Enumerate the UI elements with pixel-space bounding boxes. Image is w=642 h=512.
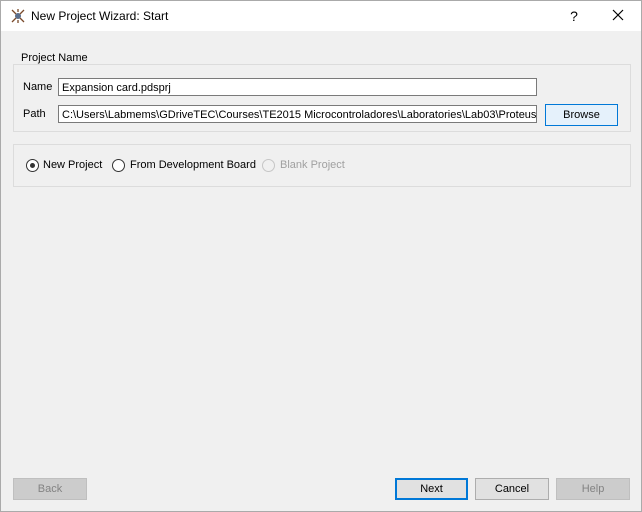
title-help-button[interactable]: ? (558, 1, 590, 31)
help-button: Help (556, 478, 630, 500)
cancel-button[interactable]: Cancel (475, 478, 549, 500)
from-development-board-label[interactable]: From Development Board (130, 159, 256, 171)
proteus-app-icon (10, 8, 26, 24)
close-button[interactable] (599, 1, 639, 31)
project-name-legend: Project Name (19, 52, 90, 64)
back-button: Back (13, 478, 87, 500)
new-project-radio[interactable] (26, 159, 39, 172)
title-bar: New Project Wizard: Start ? (1, 1, 641, 31)
blank-project-radio (262, 159, 275, 172)
project-path-input[interactable]: C:\Users\Labmems\GDriveTEC\Courses\TE201… (58, 105, 537, 123)
browse-button[interactable]: Browse (545, 104, 618, 126)
project-name-input[interactable]: Expansion card.pdsprj (58, 78, 537, 96)
new-project-label[interactable]: New Project (43, 159, 102, 171)
close-icon (612, 9, 624, 21)
next-button[interactable]: Next (395, 478, 468, 500)
from-development-board-radio[interactable] (112, 159, 125, 172)
wizard-window: New Project Wizard: Start ? Project Name… (0, 0, 642, 512)
name-label: Name (23, 81, 53, 93)
path-label: Path (23, 108, 46, 120)
window-title: New Project Wizard: Start (31, 9, 169, 23)
blank-project-label: Blank Project (280, 159, 345, 171)
